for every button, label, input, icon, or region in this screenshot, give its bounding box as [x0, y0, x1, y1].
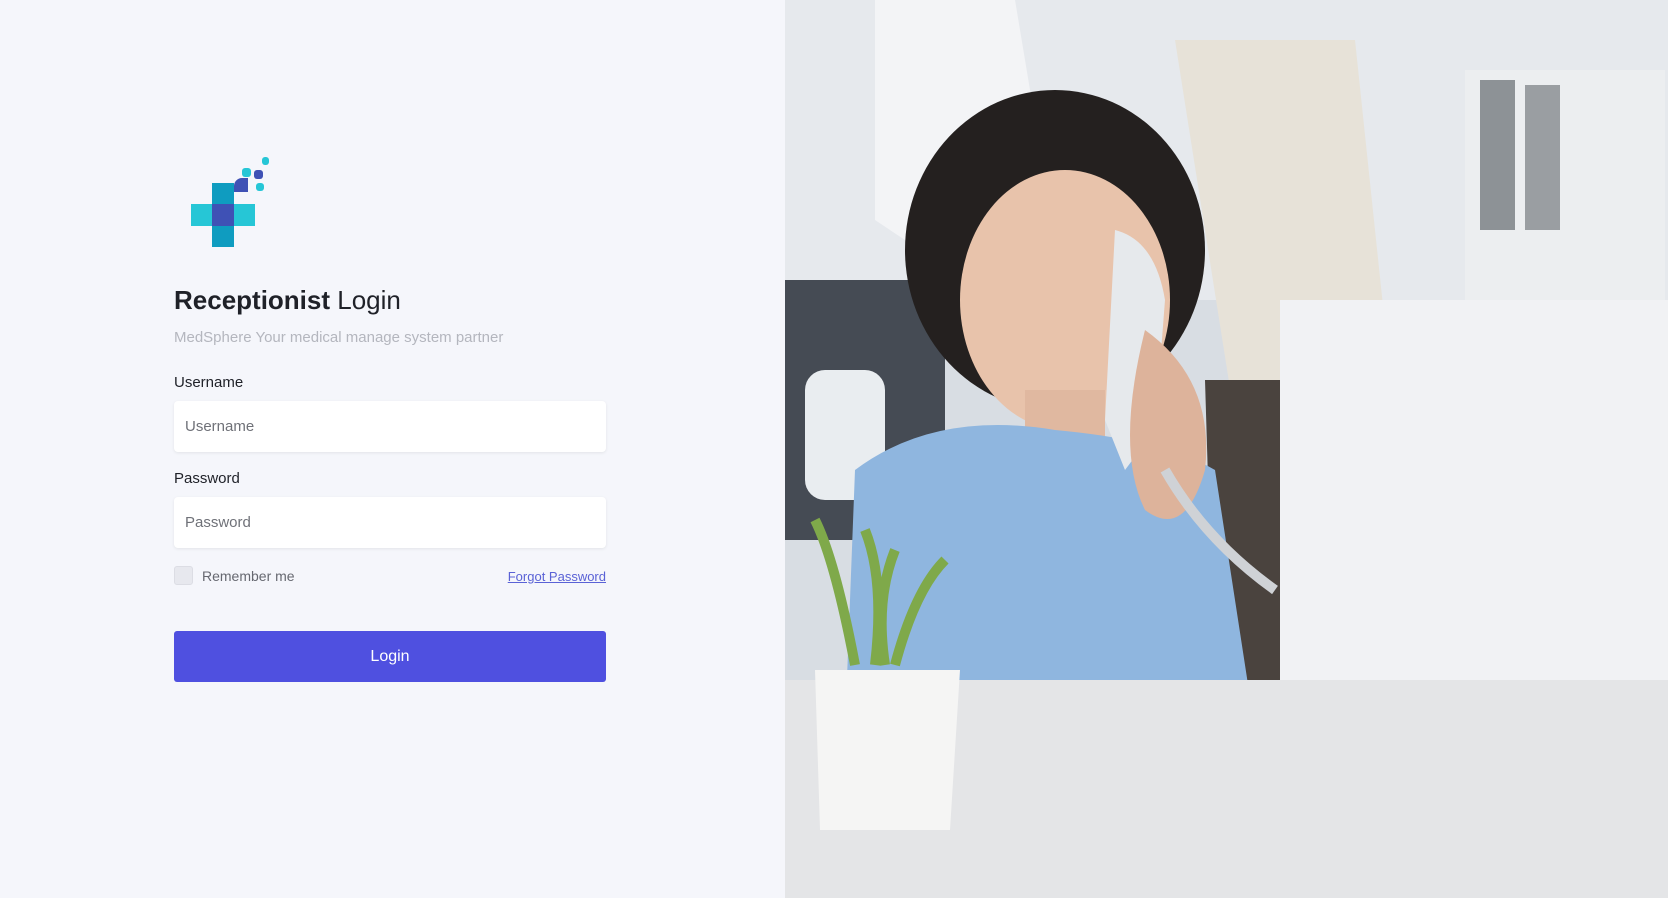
receptionist-on-phone-photo [785, 0, 1668, 898]
page-title: Receptionist Login [174, 285, 401, 315]
password-input[interactable] [174, 497, 606, 548]
forgot-password-link[interactable]: Forgot Password [508, 569, 606, 584]
login-button[interactable]: Login [174, 631, 606, 682]
username-label: Username [174, 374, 244, 391]
page-subtitle: MedSphere Your medical manage system par… [174, 329, 504, 346]
remember-me-label: Remember me [202, 567, 295, 584]
remember-me-checkbox[interactable] [174, 566, 193, 585]
username-input[interactable] [174, 401, 606, 452]
remember-me: Remember me [174, 566, 295, 585]
password-label: Password [174, 470, 240, 487]
medical-cross-logo [191, 157, 269, 247]
login-panel: Receptionist Login MedSphere Your medica… [0, 0, 785, 898]
